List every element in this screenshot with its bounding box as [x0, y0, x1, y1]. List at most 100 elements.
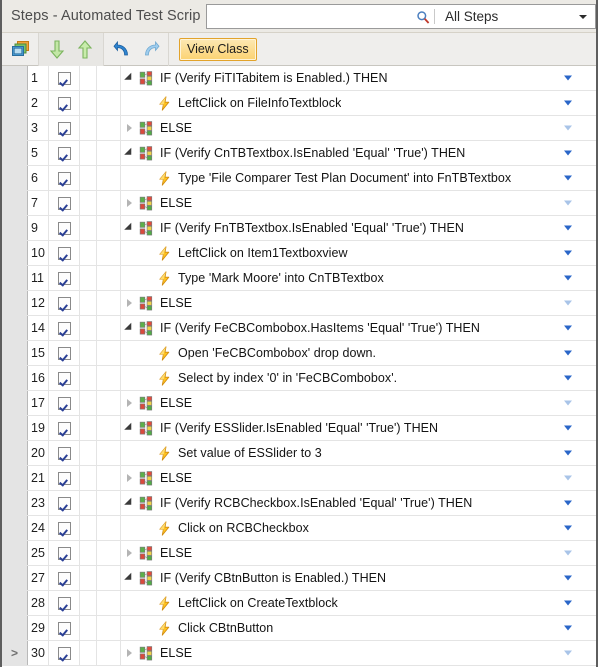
table-row[interactable]: 1 IF (Verify FiTITabitem is Enabled.) THE… [2, 66, 596, 91]
table-row[interactable]: 29 Click CBtnButton [2, 616, 596, 641]
checkbox-checked-icon[interactable] [57, 471, 71, 485]
row-enabled-checkbox-cell[interactable] [49, 491, 80, 515]
table-row[interactable]: 11 Type 'Mark Moore' into CnTBTextbox [2, 266, 596, 291]
step-cell[interactable]: ELSE [121, 541, 596, 565]
table-row[interactable]: 14 IF (Verify FeCBCombobox.HasItems 'Equa… [2, 316, 596, 341]
row-dropdown-caret-icon[interactable] [564, 75, 572, 81]
table-row[interactable]: 3 ELSE [2, 116, 596, 141]
move-up-icon[interactable] [71, 36, 99, 63]
row-enabled-checkbox-cell[interactable] [49, 91, 80, 115]
row-dropdown-caret-icon[interactable] [564, 575, 572, 581]
checkbox-checked-icon[interactable] [57, 396, 71, 410]
row-selector[interactable] [2, 166, 28, 190]
search-icon[interactable] [412, 5, 434, 28]
row-dropdown-caret-icon[interactable] [564, 175, 572, 181]
checkbox-checked-icon[interactable] [57, 121, 71, 135]
checkbox-checked-icon[interactable] [57, 646, 71, 660]
copy-steps-icon[interactable] [6, 36, 34, 63]
expand-triangle-icon[interactable] [121, 299, 137, 307]
row-dropdown-caret-icon[interactable] [564, 650, 572, 656]
row-dropdown-caret-icon[interactable] [564, 500, 572, 506]
expand-triangle-icon[interactable] [121, 549, 137, 557]
row-selector[interactable] [2, 466, 28, 490]
step-cell[interactable]: LeftClick on FileInfoTextblock [121, 91, 596, 115]
step-cell[interactable]: IF (Verify CnTBTextbox.IsEnabled 'Equal'… [121, 141, 596, 165]
checkbox-checked-icon[interactable] [57, 446, 71, 460]
collapse-triangle-icon[interactable] [121, 322, 137, 334]
row-enabled-checkbox-cell[interactable] [49, 166, 80, 190]
checkbox-checked-icon[interactable] [57, 421, 71, 435]
row-dropdown-caret-icon[interactable] [564, 250, 572, 256]
search-scope-dropdown[interactable]: All Steps [435, 5, 595, 28]
row-dropdown-caret-icon[interactable] [564, 525, 572, 531]
row-enabled-checkbox-cell[interactable] [49, 466, 80, 490]
table-row[interactable]: 9 IF (Verify FnTBTextbox.IsEnabled 'Equal… [2, 216, 596, 241]
checkbox-checked-icon[interactable] [57, 371, 71, 385]
collapse-triangle-icon[interactable] [121, 497, 137, 509]
row-enabled-checkbox-cell[interactable] [49, 616, 80, 640]
row-dropdown-caret-icon[interactable] [564, 600, 572, 606]
step-cell[interactable]: ELSE [121, 191, 596, 215]
checkbox-checked-icon[interactable] [57, 596, 71, 610]
table-row[interactable]: 12 ELSE [2, 291, 596, 316]
step-cell[interactable]: IF (Verify RCBCheckbox.IsEnabled 'Equal'… [121, 491, 596, 515]
row-dropdown-caret-icon[interactable] [564, 550, 572, 556]
row-selector[interactable] [2, 391, 28, 415]
step-cell[interactable]: IF (Verify FiTITabitem is Enabled.) THEN [121, 66, 596, 90]
row-selector[interactable] [2, 566, 28, 590]
table-row[interactable]: 5 IF (Verify CnTBTextbox.IsEnabled 'Equal… [2, 141, 596, 166]
row-selector[interactable] [2, 241, 28, 265]
row-dropdown-caret-icon[interactable] [564, 225, 572, 231]
table-row[interactable]: 10 LeftClick on Item1Textboxview [2, 241, 596, 266]
row-dropdown-caret-icon[interactable] [564, 375, 572, 381]
row-enabled-checkbox-cell[interactable] [49, 266, 80, 290]
row-dropdown-caret-icon[interactable] [564, 400, 572, 406]
view-class-button[interactable]: View Class [179, 37, 257, 61]
steps-grid[interactable]: 1 IF (Verify FiTITabitem is Enabled.) THE… [2, 66, 596, 667]
row-selector[interactable] [2, 141, 28, 165]
step-cell[interactable]: Select by index '0' in 'FeCBCombobox'. [121, 366, 596, 390]
checkbox-checked-icon[interactable] [57, 321, 71, 335]
table-row[interactable]: 17 ELSE [2, 391, 596, 416]
collapse-triangle-icon[interactable] [121, 72, 137, 84]
step-cell[interactable]: LeftClick on CreateTextblock [121, 591, 596, 615]
row-selector[interactable] [2, 516, 28, 540]
table-row[interactable]: 24 Click on RCBCheckbox [2, 516, 596, 541]
checkbox-checked-icon[interactable] [57, 96, 71, 110]
row-enabled-checkbox-cell[interactable] [49, 116, 80, 140]
step-cell[interactable]: Type 'Mark Moore' into CnTBTextbox [121, 266, 596, 290]
row-selector[interactable] [2, 291, 28, 315]
row-enabled-checkbox-cell[interactable] [49, 66, 80, 90]
checkbox-checked-icon[interactable] [57, 171, 71, 185]
row-selector[interactable] [2, 316, 28, 340]
row-enabled-checkbox-cell[interactable] [49, 566, 80, 590]
checkbox-checked-icon[interactable] [57, 546, 71, 560]
checkbox-checked-icon[interactable] [57, 146, 71, 160]
row-dropdown-caret-icon[interactable] [564, 275, 572, 281]
row-selector[interactable] [2, 191, 28, 215]
row-selector[interactable] [2, 341, 28, 365]
step-cell[interactable]: ELSE [121, 641, 596, 665]
step-cell[interactable]: ELSE [121, 466, 596, 490]
step-cell[interactable]: LeftClick on Item1Textboxview [121, 241, 596, 265]
step-cell[interactable]: ELSE [121, 291, 596, 315]
table-row[interactable]: 20 Set value of ESSlider to 3 [2, 441, 596, 466]
row-selector[interactable] [2, 216, 28, 240]
undo-icon[interactable] [108, 36, 136, 63]
expand-triangle-icon[interactable] [121, 649, 137, 657]
row-dropdown-caret-icon[interactable] [564, 425, 572, 431]
step-cell[interactable]: Type 'File Comparer Test Plan Document' … [121, 166, 596, 190]
step-cell[interactable]: ELSE [121, 391, 596, 415]
expand-triangle-icon[interactable] [121, 474, 137, 482]
table-row[interactable]: 27 IF (Verify CBtnButton is Enabled.) THE… [2, 566, 596, 591]
checkbox-checked-icon[interactable] [57, 246, 71, 260]
table-row[interactable]: 6 Type 'File Comparer Test Plan Document'… [2, 166, 596, 191]
row-enabled-checkbox-cell[interactable] [49, 341, 80, 365]
row-enabled-checkbox-cell[interactable] [49, 241, 80, 265]
row-enabled-checkbox-cell[interactable] [49, 416, 80, 440]
checkbox-checked-icon[interactable] [57, 571, 71, 585]
checkbox-checked-icon[interactable] [57, 271, 71, 285]
table-row[interactable]: 28 LeftClick on CreateTextblock [2, 591, 596, 616]
row-selector[interactable] [2, 116, 28, 140]
checkbox-checked-icon[interactable] [57, 621, 71, 635]
